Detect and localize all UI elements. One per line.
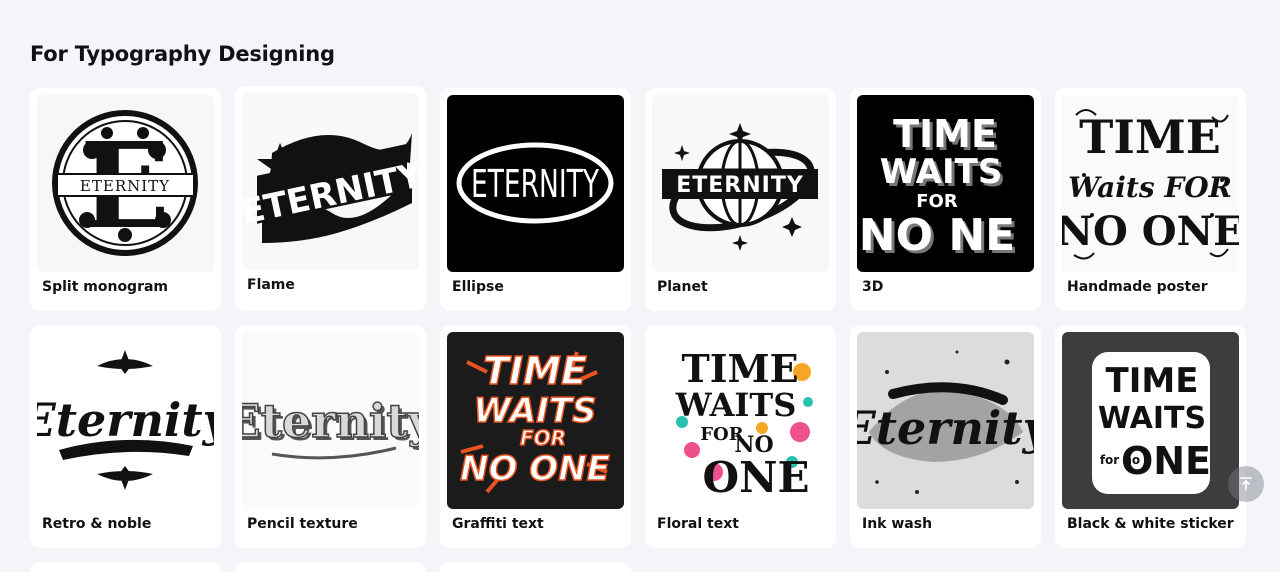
thumb-text: Eternity — [242, 394, 419, 448]
style-card-split-monogram[interactable]: E ETERNITY Split monogram — [30, 88, 221, 311]
style-card-graffiti-text[interactable]: TIME WAITS FOR NO ONE Graffiti text — [440, 325, 631, 548]
thumb-line-4: NO NE — [859, 210, 1015, 261]
style-label: 3D — [862, 279, 884, 295]
thumb-text: ETERNITY — [80, 177, 170, 195]
style-grid: E ETERNITY Split monogram ETERNITY Flame — [30, 86, 1246, 548]
style-label: Pencil texture — [247, 516, 358, 532]
style-label: Ink wash — [862, 516, 933, 532]
sticker-thumbnail: TIME WAITS for no ONE — [1062, 332, 1239, 509]
ink-wash-thumbnail: Eternity — [857, 332, 1034, 509]
style-card-floral-text[interactable]: TIME WAITS FOR NO ONE Floral text — [645, 325, 836, 548]
style-card-ink-wash[interactable]: Eternity Ink wash — [850, 325, 1041, 548]
thumb-line-2: Waits FOR — [1068, 171, 1232, 204]
style-card-retro-noble[interactable]: Eternity Retro & noble — [30, 325, 221, 548]
style-card-bw-sticker[interactable]: TIME WAITS for no ONE Black & white stic… — [1055, 325, 1246, 548]
style-label: Flame — [247, 277, 295, 293]
thumb-line-4: ONE — [1121, 439, 1211, 483]
retro-noble-thumbnail: Eternity — [37, 332, 214, 509]
thumb-line-1: TIME — [483, 349, 587, 393]
thumb-line-3: FOR — [520, 426, 566, 450]
style-card-3d[interactable]: TIME WAITS NO NE TIME WAITS FOR NO NE 3D — [850, 88, 1041, 311]
style-card-peek[interactable] — [30, 562, 221, 572]
style-label: Planet — [657, 279, 708, 295]
arrow-up-to-top-icon — [1240, 477, 1252, 491]
style-label: Graffiti text — [452, 516, 544, 532]
thumb-line-1: TIME — [893, 112, 997, 156]
graffiti-thumbnail: TIME WAITS FOR NO ONE — [447, 332, 624, 509]
thumb-line-2: WAITS — [1098, 401, 1206, 436]
style-label: Split monogram — [42, 279, 169, 295]
style-card-handmade-poster[interactable]: TIME Waits FOR NO ONE Handmade poster — [1055, 88, 1246, 311]
thumb-line-3: FOR — [916, 191, 958, 212]
thumb-line-1: TIME — [681, 346, 798, 391]
thumb-text: Eternity — [37, 393, 214, 447]
3d-thumbnail: TIME WAITS NO NE TIME WAITS FOR NO NE — [857, 95, 1034, 272]
style-card-ellipse[interactable]: ETERNITY Ellipse — [440, 88, 631, 311]
style-card-flame[interactable]: ETERNITY Flame — [235, 86, 426, 311]
planet-thumbnail: ETERNITY — [652, 95, 829, 272]
handmade-poster-thumbnail: TIME Waits FOR NO ONE — [1062, 95, 1239, 272]
floral-thumbnail: TIME WAITS FOR NO ONE — [652, 332, 829, 509]
next-row-cards-peek — [30, 562, 631, 572]
style-card-peek[interactable] — [235, 562, 426, 572]
split-monogram-thumbnail: E ETERNITY — [37, 95, 214, 272]
style-card-peek[interactable] — [440, 562, 631, 572]
pencil-texture-thumbnail: Eternity Eternity — [242, 332, 419, 509]
thumb-line-2: WAITS — [880, 152, 1003, 192]
thumb-line-2: WAITS — [474, 391, 597, 431]
thumb-line-4: NO ONE — [460, 449, 610, 489]
thumb-text: ETERNITY — [471, 162, 600, 206]
page: For Typography Designing E ETERNITY — [0, 0, 1280, 572]
scroll-to-top-button[interactable] — [1228, 466, 1264, 502]
style-label: Black & white sticker — [1067, 516, 1234, 532]
style-card-pencil-texture[interactable]: Eternity Eternity Pencil texture — [235, 325, 426, 548]
thumb-text: Eternity — [857, 401, 1034, 455]
style-label: Retro & noble — [42, 516, 152, 532]
thumb-line-1: TIME — [1106, 361, 1199, 401]
style-card-planet[interactable]: ETERNITY Planet — [645, 88, 836, 311]
section-title: For Typography Designing — [30, 42, 335, 66]
style-label: Handmade poster — [1067, 279, 1208, 295]
thumb-text: ETERNITY — [676, 173, 804, 198]
thumb-line-1: TIME — [1079, 110, 1221, 164]
thumb-line-2: WAITS — [675, 386, 797, 424]
flame-thumbnail: ETERNITY — [242, 93, 419, 270]
ellipse-thumbnail: ETERNITY — [447, 95, 624, 272]
style-label: Ellipse — [452, 279, 504, 295]
style-label: Floral text — [657, 516, 739, 532]
thumb-line-5: ONE — [703, 453, 810, 502]
